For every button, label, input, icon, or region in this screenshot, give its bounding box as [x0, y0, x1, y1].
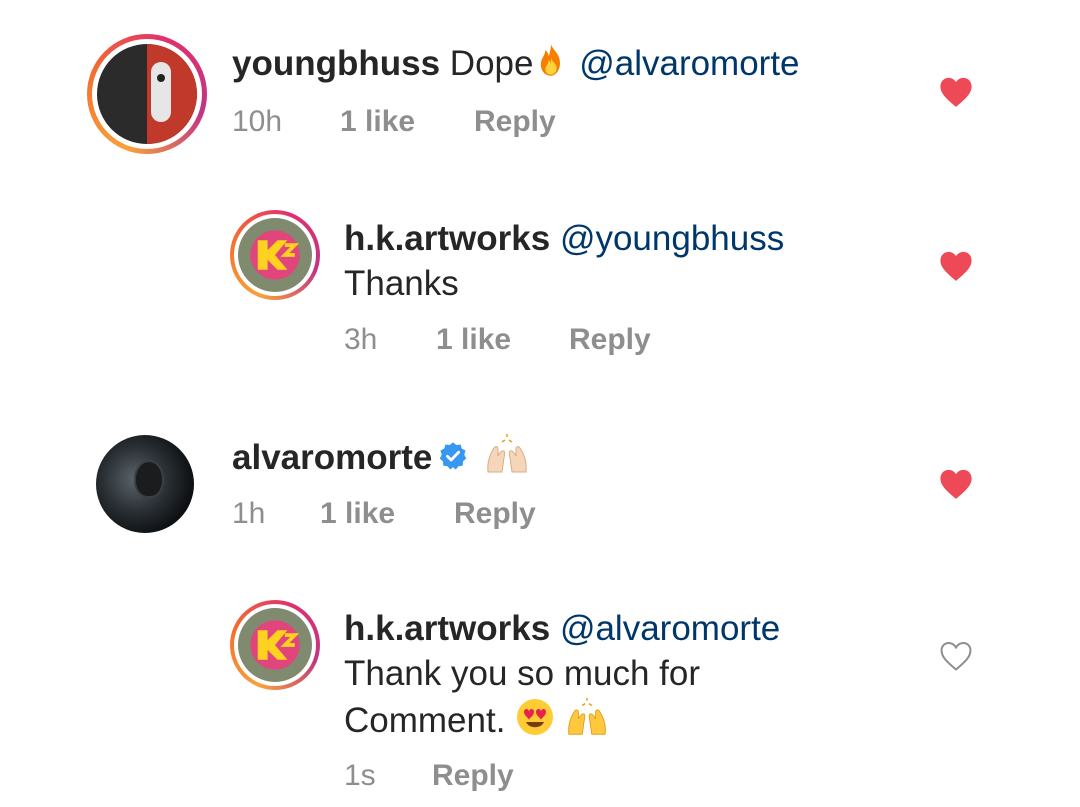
comment-text: youngbhuss Dope @alvaromorte: [232, 42, 800, 89]
avatar[interactable]: [87, 34, 207, 154]
raising-hands-emoji: [565, 697, 609, 748]
comment-time: 10h: [232, 105, 283, 138]
comment-likes[interactable]: 1 like: [436, 323, 511, 357]
comment-username[interactable]: h.k.artworks: [344, 609, 550, 648]
reply-item: h.k.artworks @alvaromorte Thank you so m…: [0, 590, 1080, 807]
reply-button[interactable]: Reply: [569, 323, 651, 357]
heart-icon[interactable]: [939, 250, 973, 282]
comment-body: Comment.: [344, 700, 506, 740]
heart-icon[interactable]: [939, 76, 973, 108]
avatar[interactable]: [230, 210, 320, 300]
hk-logo-icon: [238, 608, 312, 682]
comment-meta: 10h 1 like Reply: [232, 105, 632, 141]
comment-meta: 3h 1 like Reply: [344, 323, 744, 359]
heart-outline-icon[interactable]: [939, 640, 973, 672]
comment-body: Dope: [449, 44, 534, 83]
comment-item: youngbhuss Dope @alvaromorte 10h 1 like …: [0, 0, 1080, 170]
comment-meta: 1h 1 like Reply: [232, 497, 632, 533]
comment-time: 1h: [232, 497, 266, 530]
verified-badge-icon: [438, 438, 468, 482]
comment-time: 1s: [344, 759, 376, 792]
comment-body-line-1: Thank you so much for: [344, 654, 700, 693]
comment-text: h.k.artworks @alvaromorte: [344, 607, 780, 651]
comment-likes[interactable]: 1 like: [340, 105, 415, 139]
raising-hands-emoji: [484, 434, 530, 485]
comment-text: h.k.artworks @youngbhuss: [344, 217, 784, 261]
heart-icon[interactable]: [939, 468, 973, 500]
comment-likes[interactable]: 1 like: [320, 497, 395, 531]
reply-button[interactable]: Reply: [454, 497, 536, 531]
comment-mention[interactable]: @youngbhuss: [560, 219, 784, 258]
comment-body-line-2: Comment.: [344, 697, 609, 748]
avatar[interactable]: [96, 435, 194, 533]
comment-time: 3h: [344, 323, 378, 356]
heart-eyes-emoji: [515, 697, 555, 748]
comment-item: alvaromorte 1h 1 like Reply: [0, 420, 1080, 560]
reply-button[interactable]: Reply: [432, 759, 514, 793]
comment-username[interactable]: alvaromorte: [232, 438, 432, 477]
fire-emoji: [533, 42, 569, 89]
comment-mention[interactable]: @alvaromorte: [579, 44, 799, 83]
comment-username[interactable]: h.k.artworks: [344, 219, 550, 258]
comment-body: Thanks: [344, 264, 459, 303]
hk-logo-icon: [238, 218, 312, 292]
reply-button[interactable]: Reply: [474, 105, 556, 139]
comment-meta: 1s Reply: [344, 759, 744, 795]
reply-item: h.k.artworks @youngbhuss Thanks 3h 1 lik…: [0, 200, 1080, 370]
avatar[interactable]: [230, 600, 320, 690]
comment-text: alvaromorte: [232, 434, 530, 485]
comment-mention[interactable]: @alvaromorte: [560, 609, 780, 648]
comment-username[interactable]: youngbhuss: [232, 44, 440, 83]
